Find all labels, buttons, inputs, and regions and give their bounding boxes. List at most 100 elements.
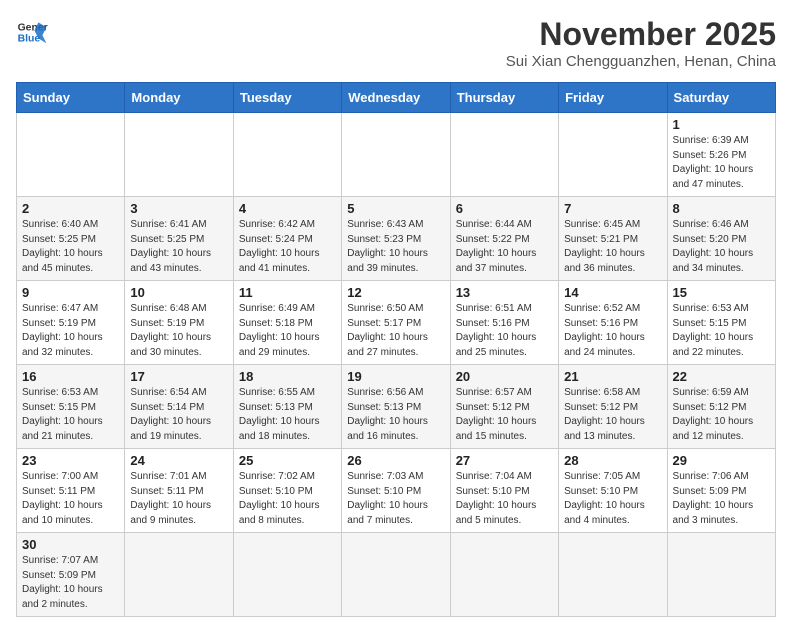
- day-number: 7: [564, 201, 661, 216]
- day-number: 9: [22, 285, 119, 300]
- day-cell: [17, 113, 125, 197]
- day-info: Sunrise: 6:59 AM Sunset: 5:12 PM Dayligh…: [673, 386, 770, 444]
- day-cell: 27 Sunrise: 7:04 AM Sunset: 5:10 PM Dayli…: [450, 449, 558, 533]
- day-cell: 26 Sunrise: 7:03 AM Sunset: 5:10 PM Dayli…: [342, 449, 450, 533]
- day-info: Sunrise: 6:47 AM Sunset: 5:19 PM Dayligh…: [22, 302, 119, 360]
- day-number: 4: [239, 201, 336, 216]
- day-info: Sunrise: 6:54 AM Sunset: 5:14 PM Dayligh…: [130, 386, 227, 444]
- day-info: Sunrise: 6:40 AM Sunset: 5:25 PM Dayligh…: [22, 218, 119, 276]
- day-cell: 25 Sunrise: 7:02 AM Sunset: 5:10 PM Dayli…: [233, 449, 341, 533]
- day-number: 26: [347, 453, 444, 468]
- day-number: 20: [456, 369, 553, 384]
- week-row-6: 30Sunrise: 7:07 AM Sunset: 5:09 PM Dayli…: [17, 533, 776, 617]
- day-cell: 16 Sunrise: 6:53 AM Sunset: 5:15 PM Dayli…: [17, 365, 125, 449]
- month-title: November 2025: [506, 16, 776, 53]
- day-cell: [233, 113, 341, 197]
- day-cell: 12 Sunrise: 6:50 AM Sunset: 5:17 PM Dayli…: [342, 281, 450, 365]
- day-cell: [233, 533, 341, 617]
- day-cell: [559, 533, 667, 617]
- day-number: 27: [456, 453, 553, 468]
- day-info: Sunrise: 6:43 AM Sunset: 5:23 PM Dayligh…: [347, 218, 444, 276]
- day-number: 24: [130, 453, 227, 468]
- week-row-3: 9 Sunrise: 6:47 AM Sunset: 5:19 PM Daylig…: [17, 281, 776, 365]
- col-header-tuesday: Tuesday: [233, 83, 341, 113]
- day-number: 8: [673, 201, 770, 216]
- day-info: Sunrise: 6:44 AM Sunset: 5:22 PM Dayligh…: [456, 218, 553, 276]
- day-cell: 24 Sunrise: 7:01 AM Sunset: 5:11 PM Dayli…: [125, 449, 233, 533]
- week-row-5: 23 Sunrise: 7:00 AM Sunset: 5:11 PM Dayli…: [17, 449, 776, 533]
- location-title: Sui Xian Chengguanzhen, Henan, China: [506, 53, 776, 70]
- day-cell: 2 Sunrise: 6:40 AM Sunset: 5:25 PM Daylig…: [17, 197, 125, 281]
- day-cell: 14Sunrise: 6:52 AM Sunset: 5:16 PM Dayli…: [559, 281, 667, 365]
- day-info: Sunrise: 6:55 AM Sunset: 5:13 PM Dayligh…: [239, 386, 336, 444]
- day-number: 25: [239, 453, 336, 468]
- day-number: 12: [347, 285, 444, 300]
- calendar: SundayMondayTuesdayWednesdayThursdayFrid…: [16, 82, 776, 617]
- day-info: Sunrise: 6:57 AM Sunset: 5:12 PM Dayligh…: [456, 386, 553, 444]
- day-info: Sunrise: 7:02 AM Sunset: 5:10 PM Dayligh…: [239, 470, 336, 528]
- logo: General Blue: [16, 16, 48, 48]
- day-info: Sunrise: 7:05 AM Sunset: 5:10 PM Dayligh…: [564, 470, 661, 528]
- day-cell: 10Sunrise: 6:48 AM Sunset: 5:19 PM Dayli…: [125, 281, 233, 365]
- day-info: Sunrise: 6:41 AM Sunset: 5:25 PM Dayligh…: [130, 218, 227, 276]
- col-header-wednesday: Wednesday: [342, 83, 450, 113]
- day-number: 21: [564, 369, 661, 384]
- day-number: 23: [22, 453, 119, 468]
- day-cell: 5 Sunrise: 6:43 AM Sunset: 5:23 PM Daylig…: [342, 197, 450, 281]
- day-cell: [342, 533, 450, 617]
- day-cell: 29Sunrise: 7:06 AM Sunset: 5:09 PM Dayli…: [667, 449, 775, 533]
- day-info: Sunrise: 7:01 AM Sunset: 5:11 PM Dayligh…: [130, 470, 227, 528]
- day-cell: 9 Sunrise: 6:47 AM Sunset: 5:19 PM Daylig…: [17, 281, 125, 365]
- day-cell: 6 Sunrise: 6:44 AM Sunset: 5:22 PM Daylig…: [450, 197, 558, 281]
- day-number: 3: [130, 201, 227, 216]
- day-info: Sunrise: 7:07 AM Sunset: 5:09 PM Dayligh…: [22, 554, 119, 612]
- day-info: Sunrise: 6:46 AM Sunset: 5:20 PM Dayligh…: [673, 218, 770, 276]
- col-header-friday: Friday: [559, 83, 667, 113]
- day-number: 18: [239, 369, 336, 384]
- day-info: Sunrise: 6:53 AM Sunset: 5:15 PM Dayligh…: [22, 386, 119, 444]
- day-cell: [450, 533, 558, 617]
- day-info: Sunrise: 6:48 AM Sunset: 5:19 PM Dayligh…: [130, 302, 227, 360]
- day-cell: 13 Sunrise: 6:51 AM Sunset: 5:16 PM Dayli…: [450, 281, 558, 365]
- day-info: Sunrise: 6:51 AM Sunset: 5:16 PM Dayligh…: [456, 302, 553, 360]
- title-area: November 2025 Sui Xian Chengguanzhen, He…: [506, 16, 776, 70]
- day-cell: [342, 113, 450, 197]
- day-info: Sunrise: 6:53 AM Sunset: 5:15 PM Dayligh…: [673, 302, 770, 360]
- day-number: 17: [130, 369, 227, 384]
- day-cell: 7 Sunrise: 6:45 AM Sunset: 5:21 PM Daylig…: [559, 197, 667, 281]
- day-number: 6: [456, 201, 553, 216]
- day-number: 2: [22, 201, 119, 216]
- day-cell: 20 Sunrise: 6:57 AM Sunset: 5:12 PM Dayli…: [450, 365, 558, 449]
- day-cell: 30Sunrise: 7:07 AM Sunset: 5:09 PM Dayli…: [17, 533, 125, 617]
- logo-icon: General Blue: [16, 16, 48, 48]
- day-cell: [667, 533, 775, 617]
- header: General Blue November 2025 Sui Xian Chen…: [16, 16, 776, 70]
- day-info: Sunrise: 6:50 AM Sunset: 5:17 PM Dayligh…: [347, 302, 444, 360]
- day-number: 13: [456, 285, 553, 300]
- day-cell: 4 Sunrise: 6:42 AM Sunset: 5:24 PM Daylig…: [233, 197, 341, 281]
- col-header-saturday: Saturday: [667, 83, 775, 113]
- day-info: Sunrise: 6:58 AM Sunset: 5:12 PM Dayligh…: [564, 386, 661, 444]
- day-number: 16: [22, 369, 119, 384]
- day-cell: 18 Sunrise: 6:55 AM Sunset: 5:13 PM Dayli…: [233, 365, 341, 449]
- day-number: 5: [347, 201, 444, 216]
- day-cell: 8 Sunrise: 6:46 AM Sunset: 5:20 PM Daylig…: [667, 197, 775, 281]
- calendar-header-row: SundayMondayTuesdayWednesdayThursdayFrid…: [17, 83, 776, 113]
- week-row-4: 16 Sunrise: 6:53 AM Sunset: 5:15 PM Dayli…: [17, 365, 776, 449]
- day-cell: [450, 113, 558, 197]
- col-header-sunday: Sunday: [17, 83, 125, 113]
- day-cell: [125, 113, 233, 197]
- day-cell: 15Sunrise: 6:53 AM Sunset: 5:15 PM Dayli…: [667, 281, 775, 365]
- day-cell: [559, 113, 667, 197]
- day-number: 29: [673, 453, 770, 468]
- day-info: Sunrise: 7:03 AM Sunset: 5:10 PM Dayligh…: [347, 470, 444, 528]
- day-info: Sunrise: 7:00 AM Sunset: 5:11 PM Dayligh…: [22, 470, 119, 528]
- day-info: Sunrise: 6:39 AM Sunset: 5:26 PM Dayligh…: [673, 134, 770, 192]
- day-cell: 21 Sunrise: 6:58 AM Sunset: 5:12 PM Dayli…: [559, 365, 667, 449]
- day-cell: 22Sunrise: 6:59 AM Sunset: 5:12 PM Dayli…: [667, 365, 775, 449]
- day-cell: 23 Sunrise: 7:00 AM Sunset: 5:11 PM Dayli…: [17, 449, 125, 533]
- day-info: Sunrise: 6:42 AM Sunset: 5:24 PM Dayligh…: [239, 218, 336, 276]
- day-cell: [125, 533, 233, 617]
- day-info: Sunrise: 7:04 AM Sunset: 5:10 PM Dayligh…: [456, 470, 553, 528]
- day-info: Sunrise: 6:45 AM Sunset: 5:21 PM Dayligh…: [564, 218, 661, 276]
